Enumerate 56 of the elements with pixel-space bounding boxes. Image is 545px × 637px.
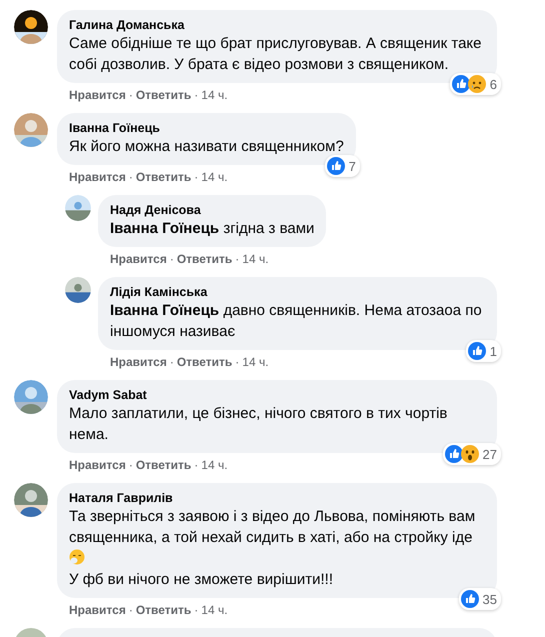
action-link[interactable]: Ответить	[136, 602, 192, 618]
separator: ·	[170, 251, 174, 267]
timestamp[interactable]: 14 ч.	[201, 457, 228, 473]
action-link[interactable]: Ответить	[136, 169, 192, 185]
action-link[interactable]: Ответить	[136, 457, 192, 473]
action-link[interactable]: Нравится	[69, 602, 126, 618]
action-link[interactable]: Нравится	[69, 169, 126, 185]
sneezing-face-icon	[69, 549, 85, 565]
comment-text: Як його можна називати священником?	[69, 137, 344, 157]
separator: ·	[128, 87, 133, 103]
comment-text: Та зверніться з заявою і з відео до Львова, поміняють вам священника, а той нехай сидить в хаті, або на стройку іде	[69, 506, 485, 569]
thumbs-up-icon	[460, 590, 479, 608]
comment-text: Саме обідніше те що брат прислуговував. А священик таке собі дозволив. У брата є відео розмови з священиком.	[69, 34, 483, 75]
timestamp[interactable]: 14 ч.	[201, 87, 228, 103]
author-name[interactable]: Галина Доманська	[69, 17, 485, 33]
thumbs-up-icon	[452, 75, 470, 93]
action-link[interactable]: Ответить	[136, 87, 192, 103]
author-name[interactable]: Vadym Sabat	[69, 387, 485, 403]
surprised-face-icon	[460, 445, 479, 463]
comment-text: Іванна Гоїнець давно священників. Нема атозаоа по іншомуся називає	[110, 301, 483, 342]
separator: ·	[128, 169, 133, 185]
reaction-count[interactable]: 27	[442, 443, 501, 465]
thumbs-up-icon	[444, 445, 463, 463]
sad-face-icon	[468, 75, 486, 93]
author-name[interactable]: Надя Денісова	[110, 202, 314, 218]
reaction-count[interactable]: 7	[324, 155, 360, 177]
comment-text: Іванна Гоїнець згідна з вами	[110, 219, 314, 239]
separator: ·	[194, 169, 198, 185]
action-link[interactable]: Нравится	[69, 457, 126, 473]
separator: ·	[235, 354, 240, 370]
separator: ·	[194, 87, 198, 103]
reaction-count[interactable]: 6	[450, 73, 501, 95]
thumbs-up-icon	[326, 157, 345, 175]
timestamp[interactable]: 14 ч.	[201, 602, 228, 618]
thumbs-up-icon	[468, 342, 486, 360]
separator: ·	[194, 457, 198, 473]
action-link[interactable]: Ответить	[176, 251, 232, 267]
separator: ·	[128, 457, 133, 473]
comment-text: У фб ви нічого не зможете вирішити!!!	[69, 570, 334, 590]
comment-text: Мало заплатили, це бізнес, нічого святого в тих чортів нема.	[69, 404, 448, 445]
separator: ·	[194, 602, 198, 618]
action-link[interactable]: Нравится	[110, 251, 167, 267]
author-name[interactable]: Лідія Камінська	[110, 284, 485, 300]
timestamp[interactable]: 14 ч.	[242, 354, 269, 370]
action-link[interactable]: Ответить	[176, 354, 232, 370]
action-link[interactable]: Нравится	[110, 354, 167, 370]
separator: ·	[128, 602, 133, 618]
reaction-count[interactable]: 1	[466, 340, 501, 362]
author-name[interactable]: Наталя Гаврилів	[69, 490, 485, 506]
author-name[interactable]: Іванна Гоїнець	[69, 120, 344, 136]
separator: ·	[170, 354, 174, 370]
reaction-count[interactable]: 35	[458, 588, 501, 610]
timestamp[interactable]: 14 ч.	[201, 169, 228, 185]
separator: ·	[235, 251, 240, 267]
action-link[interactable]: Нравится	[69, 87, 126, 103]
timestamp[interactable]: 14 ч.	[242, 251, 269, 267]
